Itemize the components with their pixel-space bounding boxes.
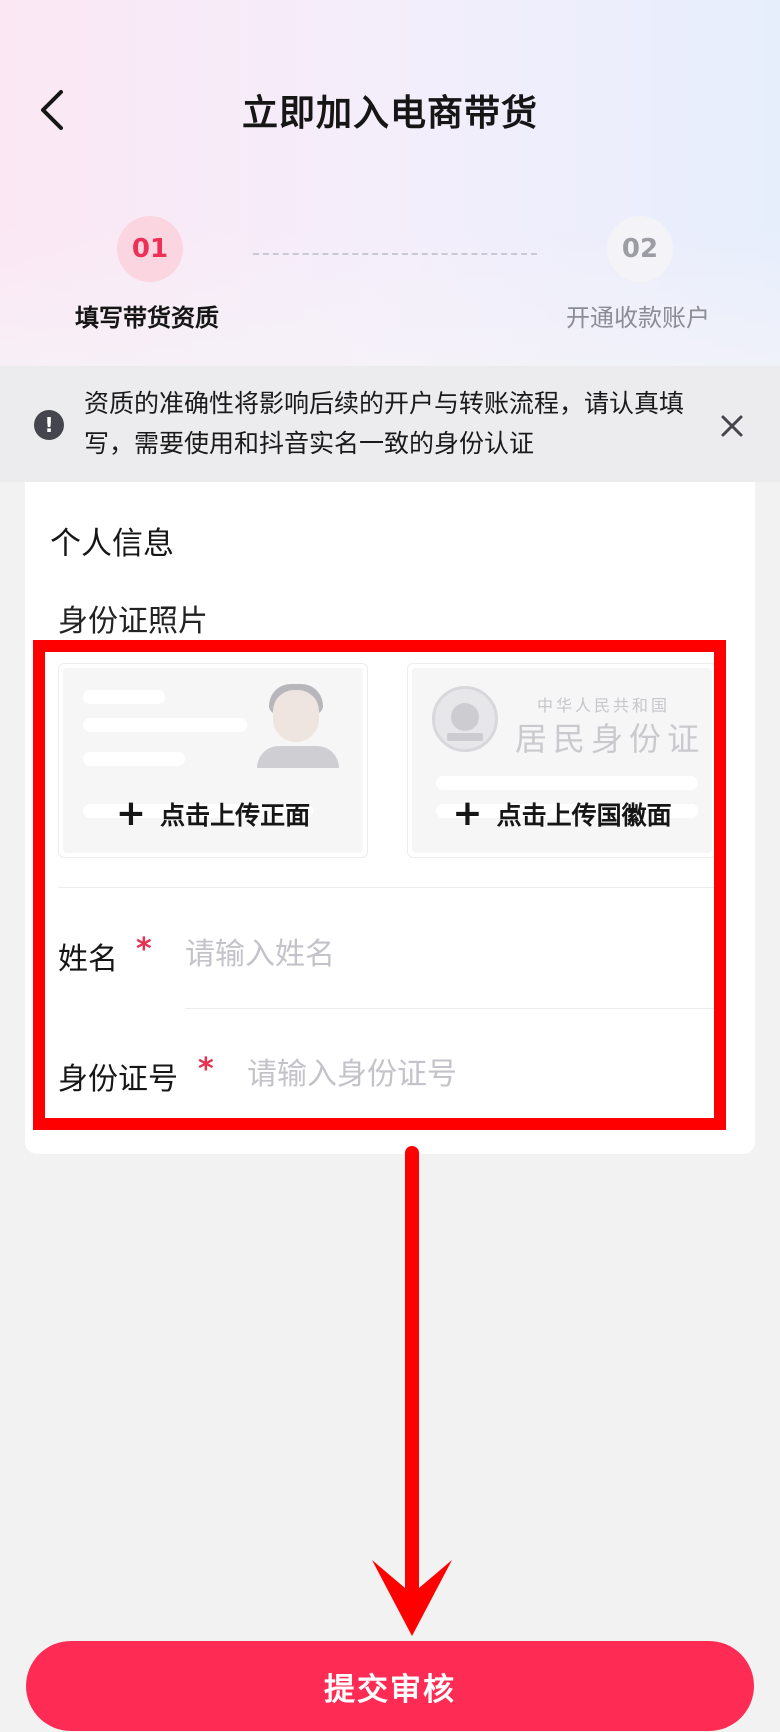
step-1-label: 填写带货资质	[75, 304, 219, 332]
upload-back-action: + 点击上传国徽面	[412, 796, 712, 832]
national-emblem-icon	[432, 686, 498, 752]
close-notice-button[interactable]	[712, 406, 752, 446]
arrow-down-icon	[372, 1560, 452, 1636]
divider	[185, 1008, 720, 1009]
placeholder-line	[83, 690, 165, 704]
upload-front-label: 点击上传正面	[160, 801, 311, 830]
id-back-placeholder: 中华人民共和国 居民身份证 + 点击上传国徽面	[412, 668, 712, 853]
step-1-number: 01	[117, 216, 183, 282]
upload-back-label: 点击上传国徽面	[496, 801, 672, 830]
avatar-face	[273, 690, 319, 742]
upload-front-action: + 点击上传正面	[63, 796, 363, 832]
upload-id-back[interactable]: 中华人民共和国 居民身份证 + 点击上传国徽面	[407, 663, 717, 858]
id-number-input[interactable]	[247, 1052, 707, 1096]
step-2-number: 02	[607, 216, 673, 282]
id-card-title: 居民身份证	[515, 720, 706, 758]
required-mark: *	[136, 932, 152, 967]
step-2-label: 开通收款账户	[566, 304, 710, 332]
placeholder-line	[83, 718, 247, 732]
required-mark: *	[198, 1052, 214, 1087]
placeholder-line	[436, 776, 698, 790]
name-label: 姓名	[58, 942, 118, 977]
info-icon: !	[34, 410, 64, 440]
divider	[58, 887, 720, 888]
plus-icon: +	[452, 793, 483, 834]
notice-text: 资质的准确性将影响后续的开户与转账流程，请认真填写，需要使用和抖音实名一致的身份…	[84, 389, 685, 458]
upload-id-front[interactable]: + 点击上传正面	[58, 663, 368, 858]
annotation-arrow	[405, 1146, 419, 1616]
submit-review-button[interactable]: 提交审核	[26, 1641, 754, 1731]
close-icon	[721, 415, 743, 437]
avatar-body	[257, 746, 339, 768]
placeholder-line	[83, 752, 185, 766]
id-number-label: 身份证号	[58, 1062, 178, 1097]
step-connector	[253, 253, 537, 255]
id-card-country: 中华人民共和国	[537, 696, 671, 715]
section-title: 个人信息	[50, 526, 174, 562]
page-title: 立即加入电商带货	[241, 93, 538, 134]
id-photo-label: 身份证照片	[58, 604, 208, 639]
name-input[interactable]	[185, 932, 705, 976]
id-front-placeholder: + 点击上传正面	[63, 668, 363, 853]
plus-icon: +	[115, 793, 147, 834]
